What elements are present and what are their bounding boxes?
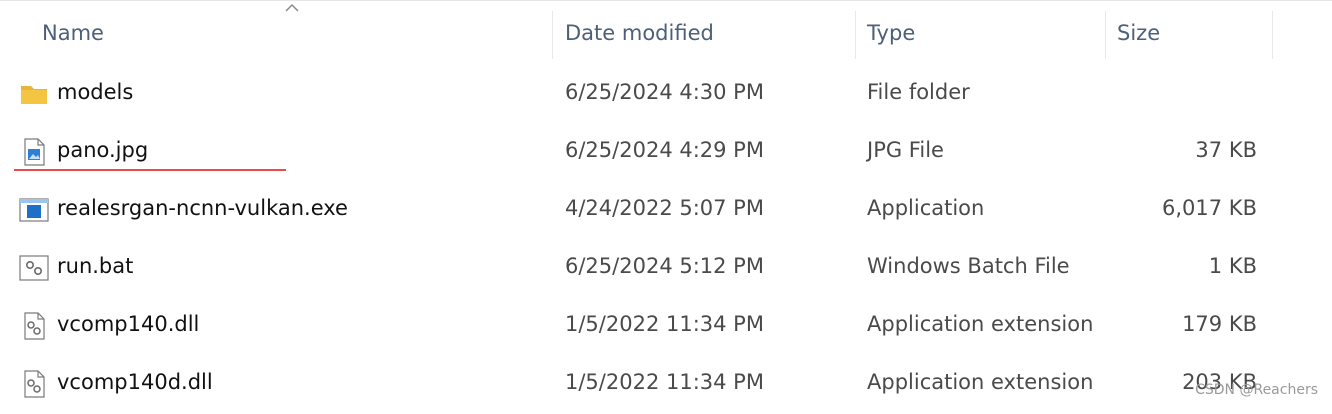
image-file-icon [24,138,45,166]
column-divider[interactable] [552,11,553,59]
file-size: 1 KB [1208,254,1257,278]
batch-file-icon [19,255,49,281]
folder-icon [21,86,47,104]
file-date-modified: 6/25/2024 4:29 PM [565,138,764,162]
file-name: pano.jpg [57,138,149,162]
file-date-modified: 4/24/2022 5:07 PM [565,196,764,220]
file-row[interactable]: vcomp140.dll 1/5/2022 11:34 PM Applicati… [0,298,1332,356]
column-divider[interactable] [1105,11,1106,59]
file-date-modified: 6/25/2024 4:30 PM [565,80,764,104]
sort-ascending-icon [285,3,299,12]
file-date-modified: 1/5/2022 11:34 PM [565,370,764,394]
file-type: JPG File [867,138,944,162]
file-name: realesrgan-ncnn-vulkan.exe [57,196,348,220]
file-size: 6,017 KB [1162,196,1257,220]
column-divider[interactable] [1272,11,1273,59]
file-size: 179 KB [1182,312,1257,336]
file-row[interactable]: models 6/25/2024 4:30 PM File folder [0,66,1332,124]
column-header-type[interactable]: Type [867,21,915,45]
file-name: vcomp140.dll [57,312,200,336]
file-size: 37 KB [1195,138,1257,162]
column-header-bar: Name Date modified Type Size [0,0,1332,67]
application-icon [19,198,49,222]
file-type: Application extension [867,370,1094,394]
dll-file-icon [24,312,45,340]
file-row[interactable]: vcomp140d.dll 1/5/2022 11:34 PM Applicat… [0,356,1332,414]
annotation-underline [14,169,286,171]
column-header-name[interactable]: Name [42,21,104,45]
file-type: Application extension [867,312,1094,336]
file-date-modified: 1/5/2022 11:34 PM [565,312,764,336]
file-row[interactable]: run.bat 6/25/2024 5:12 PM Windows Batch … [0,240,1332,298]
file-type: Windows Batch File [867,254,1070,278]
file-type: File folder [867,80,970,104]
column-header-size[interactable]: Size [1117,21,1160,45]
file-row[interactable]: pano.jpg 6/25/2024 4:29 PM JPG File 37 K… [0,124,1332,182]
dll-file-icon [24,370,45,398]
file-date-modified: 6/25/2024 5:12 PM [565,254,764,278]
file-type: Application [867,196,985,220]
column-divider[interactable] [855,11,856,59]
file-name: models [57,80,134,104]
file-name: vcomp140d.dll [57,370,213,394]
file-name: run.bat [57,254,134,278]
file-row[interactable]: realesrgan-ncnn-vulkan.exe 4/24/2022 5:0… [0,182,1332,240]
column-header-date-modified[interactable]: Date modified [565,21,714,45]
watermark-text: CSDN @Reachers [1195,382,1318,398]
